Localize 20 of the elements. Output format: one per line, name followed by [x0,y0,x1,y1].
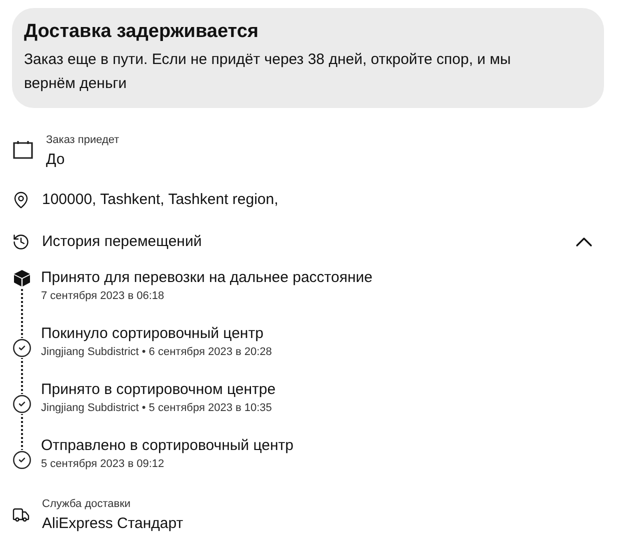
arrival-label: Заказ приедет [46,133,120,148]
arrival-value: До [46,150,66,170]
history-title: История перемещений [42,232,203,252]
event-title: Принято для перевозки на дальнее расстояние [41,268,372,288]
event-title: Принято в сортировочном центре [41,380,276,400]
location-pin-icon [12,191,30,209]
notice-text: Заказ еще в пути. Если не придёт через 38 дней, откройте спор, и мы вернём деньги [24,50,512,94]
notice-title: Доставка задерживается [24,20,260,44]
event-details: 5 сентября 2023 в 09:12 [41,457,166,472]
delivery-label: Служба доставки [42,497,132,512]
delivery-value: AliExpress Стандарт [42,514,184,534]
calendar-icon [12,140,34,160]
address-text: 100000, Tashkent, Tashkent region, [42,190,278,210]
event-details: Jingjiang Subdistrict • 6 сентября 2023 в 20:28 [41,345,272,360]
event-title: Покинуло сортировочный центр [41,324,264,344]
event-details: 7 сентября 2023 в 06:18 [41,289,166,304]
event-details: Jingjiang Subdistrict • 5 сентября 2023 в 10:35 [41,401,273,416]
history-icon [12,233,30,251]
truck-icon [12,506,30,524]
event-title: Отправлено в сортировочный центр [41,436,294,456]
